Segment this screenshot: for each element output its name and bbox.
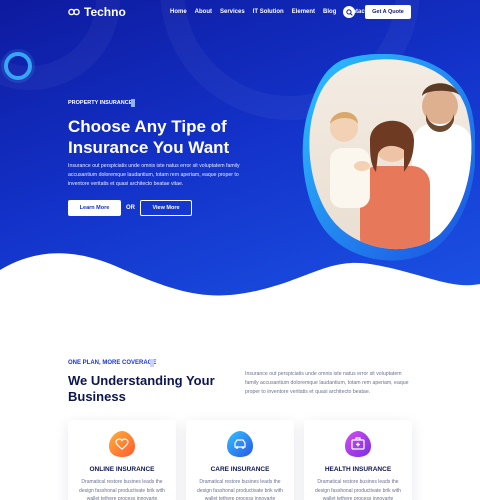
- card-title: HEALTH INSURANCE: [324, 466, 392, 473]
- card-online-insurance[interactable]: ONLINE INSURANCE Dramatical restore busi…: [68, 420, 176, 500]
- plans-description: Insurance out perspiciatis unde omnis is…: [245, 371, 409, 395]
- plans-title: We Understanding Your Business: [68, 373, 215, 404]
- hero-eyebrow: PROPERTY INSURANCE: [68, 100, 133, 106]
- brand-name: Techno: [84, 5, 126, 19]
- nav-item-element[interactable]: Element: [292, 9, 315, 15]
- plans-eyebrow: ONE PLAN, MORE COVERAGE: [68, 360, 157, 366]
- card-title: CARE INSURANCE: [210, 466, 270, 473]
- hero-description: Insurance out perspiciatis unde omnis is…: [68, 163, 240, 187]
- hero-image: [300, 53, 476, 264]
- get-a-quote-button[interactable]: Get A Quote: [365, 5, 411, 19]
- family-photo-illustration: [302, 53, 476, 261]
- hero-wave: [0, 253, 480, 330]
- card-description: Dramatical restore busines leads the des…: [79, 479, 165, 500]
- or-separator: OR: [126, 205, 135, 211]
- nav-item-services[interactable]: Services: [220, 9, 245, 15]
- card-description: Dramatical restore busines leads the des…: [197, 479, 283, 500]
- card-health-insurance[interactable]: HEALTH INSURANCE Dramatical restore busi…: [304, 420, 412, 500]
- text-cursor-mark: [131, 99, 135, 107]
- nav-item-about[interactable]: About: [195, 9, 212, 15]
- medical-kit-icon: [345, 431, 371, 457]
- nav-item-home[interactable]: Home: [170, 9, 187, 15]
- view-more-button[interactable]: View More: [140, 200, 192, 216]
- logo-icon: [68, 8, 80, 16]
- car-shield-icon: [227, 431, 253, 457]
- search-icon: [345, 8, 353, 16]
- hero-title: Choose Any Tipe of Insurance You Want: [68, 117, 230, 157]
- nav-item-blog[interactable]: Blog: [323, 9, 336, 15]
- insurance-cards: ONLINE INSURANCE Dramatical restore busi…: [68, 420, 412, 500]
- card-title: ONLINE INSURANCE: [89, 466, 155, 473]
- heart-shield-icon: [109, 431, 135, 457]
- text-cursor-mark: [150, 359, 154, 367]
- nav-item-it-solution[interactable]: IT Solution: [253, 9, 284, 15]
- card-description: Dramatical restore busines leads the des…: [315, 479, 401, 500]
- logo[interactable]: Techno: [68, 5, 126, 19]
- search-button[interactable]: [343, 6, 355, 18]
- hero-section: Techno Home About Services IT Solution E…: [0, 0, 480, 330]
- main-nav: Home About Services IT Solution Element …: [170, 9, 367, 15]
- card-care-insurance[interactable]: CARE INSURANCE Dramatical restore busine…: [186, 420, 294, 500]
- decorative-ring: [4, 52, 32, 80]
- learn-more-button[interactable]: Learn More: [68, 200, 121, 216]
